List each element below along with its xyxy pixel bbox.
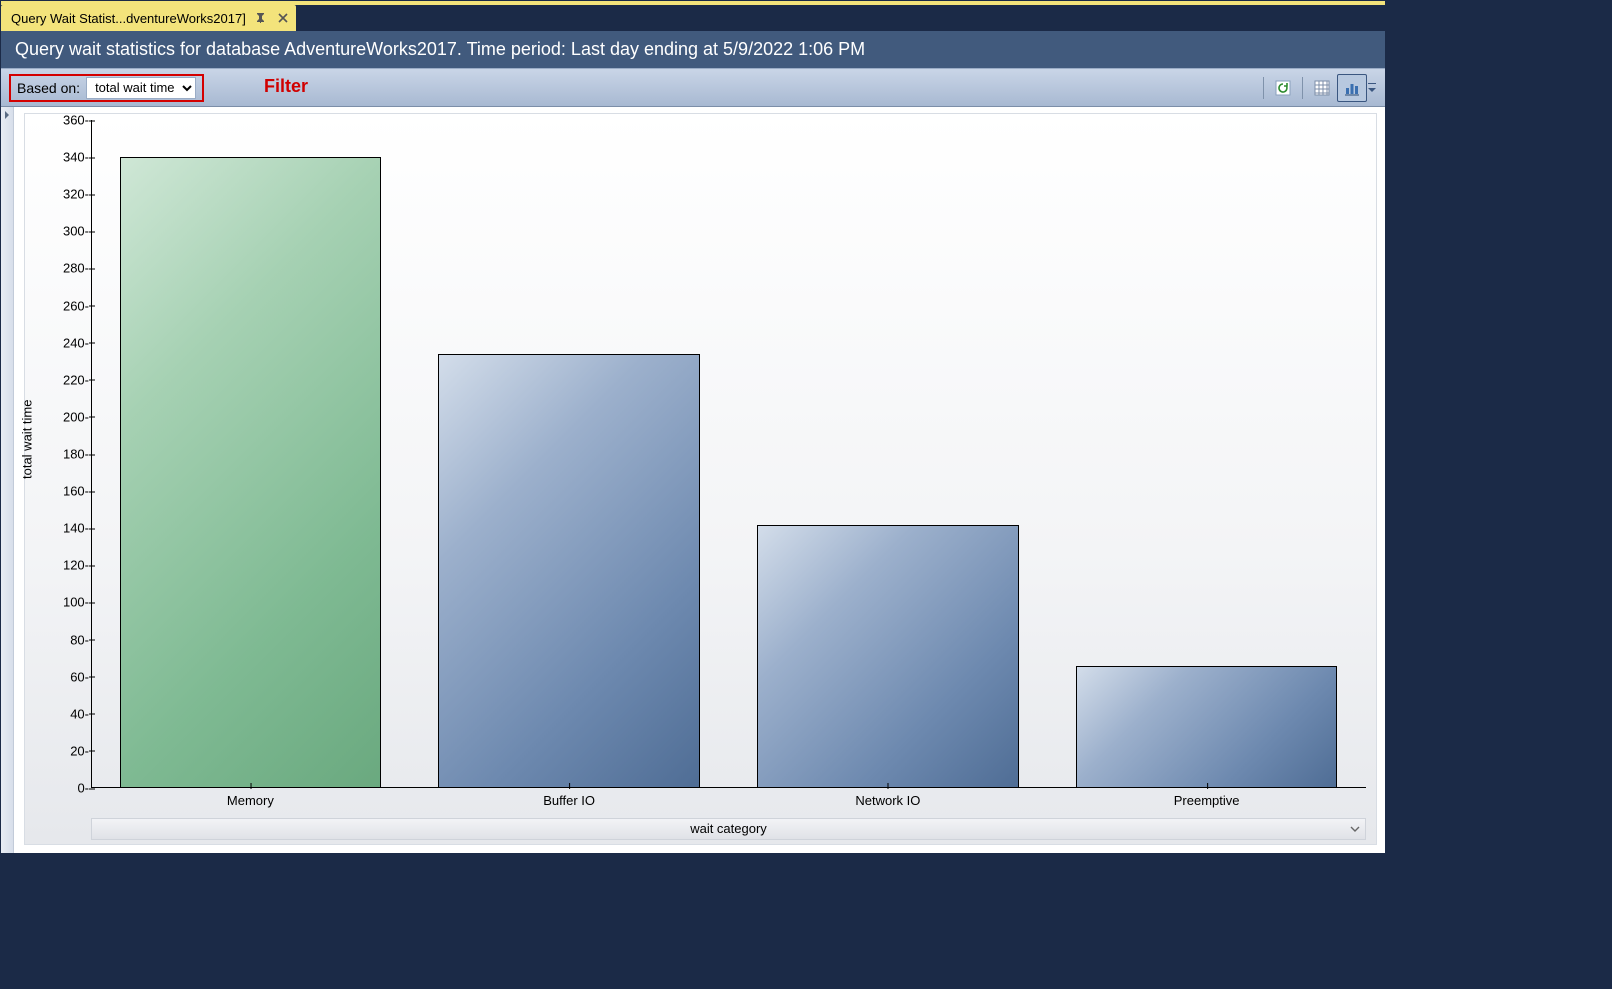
bar-memory[interactable]	[120, 157, 381, 788]
x-axis-label-bar[interactable]: wait category	[91, 818, 1366, 840]
y-tick: 100-	[25, 595, 89, 610]
y-tick: 140-	[25, 521, 89, 536]
tab-close-icon[interactable]	[276, 11, 290, 25]
y-tick: 40-	[25, 706, 89, 721]
based-on-label: Based on:	[17, 80, 80, 96]
y-tick: 340-	[25, 150, 89, 165]
page-title: Query wait statistics for database Adven…	[15, 39, 865, 59]
filter-group-highlight: Based on: total wait time	[9, 74, 204, 102]
chevron-right-icon	[3, 111, 11, 119]
plot-region	[91, 120, 1366, 788]
y-tick: 360-	[25, 113, 89, 128]
chart-view-button[interactable]	[1337, 74, 1367, 102]
x-tick: Network IO	[855, 793, 920, 808]
chart-area[interactable]: total wait time wait category 0-20-40-60…	[14, 107, 1385, 853]
bar-buffer-io[interactable]	[438, 354, 699, 788]
refresh-button[interactable]	[1268, 74, 1298, 102]
bar-preemptive[interactable]	[1076, 666, 1337, 788]
y-tick: 200-	[25, 409, 89, 424]
toolbar-right-tools	[1259, 74, 1377, 102]
grid-view-button[interactable]	[1307, 74, 1337, 102]
y-tick: 300-	[25, 224, 89, 239]
y-tick: 120-	[25, 558, 89, 573]
page-title-bar: Query wait statistics for database Adven…	[1, 31, 1385, 68]
toolbar-overflow-button[interactable]	[1367, 75, 1377, 101]
y-tick: 20-	[25, 743, 89, 758]
chevron-down-icon[interactable]	[1347, 821, 1363, 837]
y-tick: 0-	[25, 781, 89, 796]
x-tick: Preemptive	[1174, 793, 1240, 808]
filter-annotation: Filter	[264, 76, 308, 97]
document-tab[interactable]: Query Wait Statist...dventureWorks2017]	[1, 5, 296, 31]
y-tick: 260-	[25, 298, 89, 313]
toolbar-separator	[1263, 77, 1264, 99]
x-tick: Memory	[227, 793, 274, 808]
chart-inner: total wait time wait category 0-20-40-60…	[24, 113, 1377, 845]
y-tick: 320-	[25, 187, 89, 202]
query-wait-statistics-window: Query Wait Statist...dventureWorks2017] …	[0, 0, 1386, 854]
y-tick: 280-	[25, 261, 89, 276]
y-tick: 80-	[25, 632, 89, 647]
bar-network-io[interactable]	[757, 525, 1018, 788]
left-panel-expander[interactable]	[1, 107, 14, 853]
document-tab-title: Query Wait Statist...dventureWorks2017]	[11, 11, 246, 26]
y-tick: 180-	[25, 447, 89, 462]
x-tick: Buffer IO	[543, 793, 595, 808]
document-tab-row: Query Wait Statist...dventureWorks2017]	[1, 5, 1385, 31]
y-tick: 160-	[25, 484, 89, 499]
y-tick: 240-	[25, 335, 89, 350]
toolbar: Based on: total wait time Filter	[1, 68, 1385, 107]
y-tick: 60-	[25, 669, 89, 684]
y-tick: 220-	[25, 372, 89, 387]
x-axis-label: wait category	[690, 821, 767, 836]
toolbar-separator	[1302, 77, 1303, 99]
based-on-select[interactable]: total wait time	[86, 77, 196, 99]
tab-pin-icon[interactable]	[254, 11, 268, 25]
body-area: total wait time wait category 0-20-40-60…	[1, 107, 1385, 853]
